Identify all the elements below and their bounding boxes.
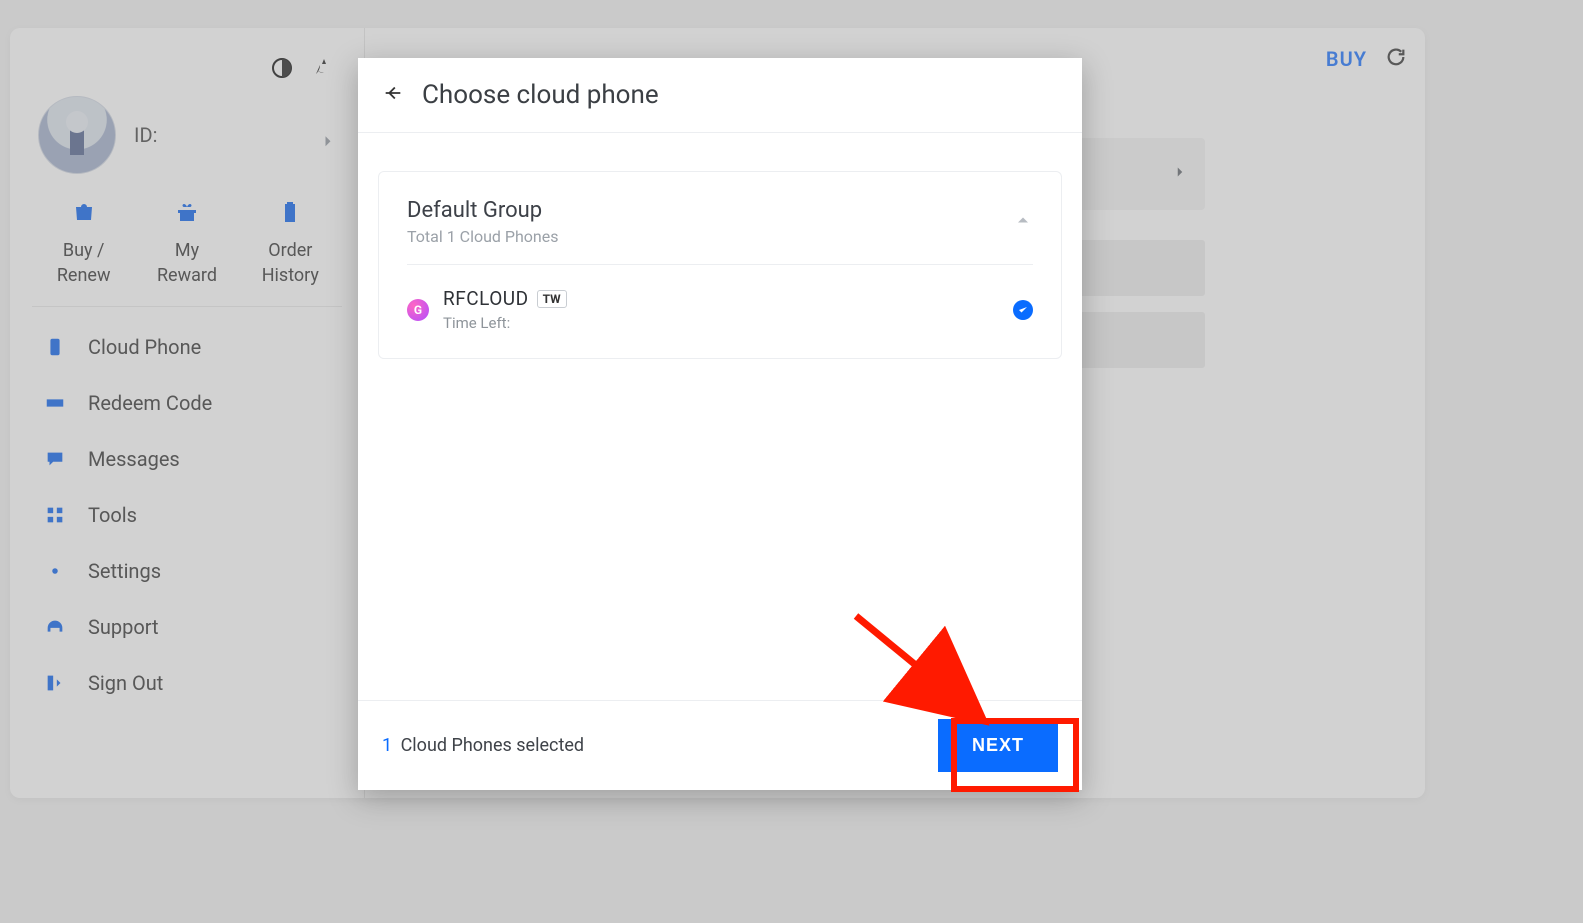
theme-icon[interactable]	[270, 56, 294, 84]
nav-tools[interactable]: Tools	[32, 487, 342, 543]
group-name: Default Group	[407, 198, 559, 223]
back-button[interactable]	[382, 82, 404, 108]
selected-text: Cloud Phones selected	[401, 735, 584, 756]
quick-label: Order	[239, 239, 342, 263]
next-button[interactable]: NEXT	[938, 719, 1058, 772]
modal-footer: 1 Cloud Phones selected NEXT	[358, 700, 1082, 790]
grid-icon	[44, 504, 66, 526]
selected-count: 1	[382, 735, 392, 756]
nav-cloud-phone[interactable]: Cloud Phone	[32, 319, 342, 375]
language-icon[interactable]	[312, 56, 336, 84]
group-card: Default Group Total 1 Cloud Phones G RFC…	[378, 171, 1062, 359]
nav-label: Cloud Phone	[88, 335, 201, 359]
nav-label: Messages	[88, 447, 180, 471]
quick-label: My	[135, 239, 238, 263]
nav-support[interactable]: Support	[32, 599, 342, 655]
gift-icon	[175, 200, 199, 224]
order-history-button[interactable]: Order History	[239, 200, 342, 288]
chat-icon	[44, 448, 66, 470]
clipboard-icon	[278, 200, 302, 224]
bag-icon	[72, 200, 96, 224]
quick-label: History	[239, 264, 342, 288]
quick-label: Renew	[32, 264, 135, 288]
modal-body: Default Group Total 1 Cloud Phones G RFC…	[358, 133, 1082, 700]
group-badge: G	[407, 299, 429, 321]
quick-label: Buy /	[32, 239, 135, 263]
group-header[interactable]: Default Group Total 1 Cloud Phones	[407, 172, 1033, 264]
modal-title: Choose cloud phone	[422, 80, 659, 110]
phone-name: RFCLOUD	[443, 287, 529, 310]
nav-label: Settings	[88, 559, 161, 583]
nav-label: Tools	[88, 503, 137, 527]
profile-row[interactable]: ID:	[32, 96, 342, 200]
avatar	[38, 96, 116, 174]
cloud-phone-row[interactable]: G RFCLOUD TW Time Left:	[407, 264, 1033, 358]
refresh-icon[interactable]	[1385, 46, 1407, 72]
nav-label: Redeem Code	[88, 391, 212, 415]
nav-messages[interactable]: Messages	[32, 431, 342, 487]
modal-header: Choose cloud phone	[358, 58, 1082, 133]
my-reward-button[interactable]: My Reward	[135, 200, 238, 288]
ticket-icon	[44, 392, 66, 414]
nav-label: Support	[88, 615, 159, 639]
sidebar: ID: Buy / Renew My Reward Order History	[10, 28, 365, 798]
group-subtitle: Total 1 Cloud Phones	[407, 227, 559, 246]
buy-bar: BUY	[1326, 46, 1407, 72]
nav-sign-out[interactable]: Sign Out	[32, 655, 342, 711]
buy-renew-button[interactable]: Buy / Renew	[32, 200, 135, 288]
chevron-right-icon	[318, 131, 338, 155]
nav-redeem-code[interactable]: Redeem Code	[32, 375, 342, 431]
nav-list: Cloud Phone Redeem Code Messages Tools S…	[32, 319, 342, 711]
chevron-up-icon	[1013, 210, 1033, 234]
quick-label: Reward	[135, 264, 238, 288]
nav-settings[interactable]: Settings	[32, 543, 342, 599]
quick-actions: Buy / Renew My Reward Order History	[32, 200, 342, 307]
buy-button[interactable]: BUY	[1326, 47, 1367, 71]
chevron-right-icon	[1171, 163, 1189, 185]
top-actions	[32, 56, 342, 84]
gear-icon	[44, 560, 66, 582]
exit-icon	[44, 672, 66, 694]
profile-id-label: ID:	[134, 123, 157, 147]
nav-label: Sign Out	[88, 671, 163, 695]
headset-icon	[44, 616, 66, 638]
selection-summary: 1 Cloud Phones selected	[382, 735, 584, 756]
phone-icon	[44, 336, 66, 358]
time-left-label: Time Left:	[443, 314, 567, 332]
selected-check-icon	[1013, 300, 1033, 320]
region-tag: TW	[537, 290, 567, 308]
choose-cloud-phone-modal: Choose cloud phone Default Group Total 1…	[358, 58, 1082, 790]
